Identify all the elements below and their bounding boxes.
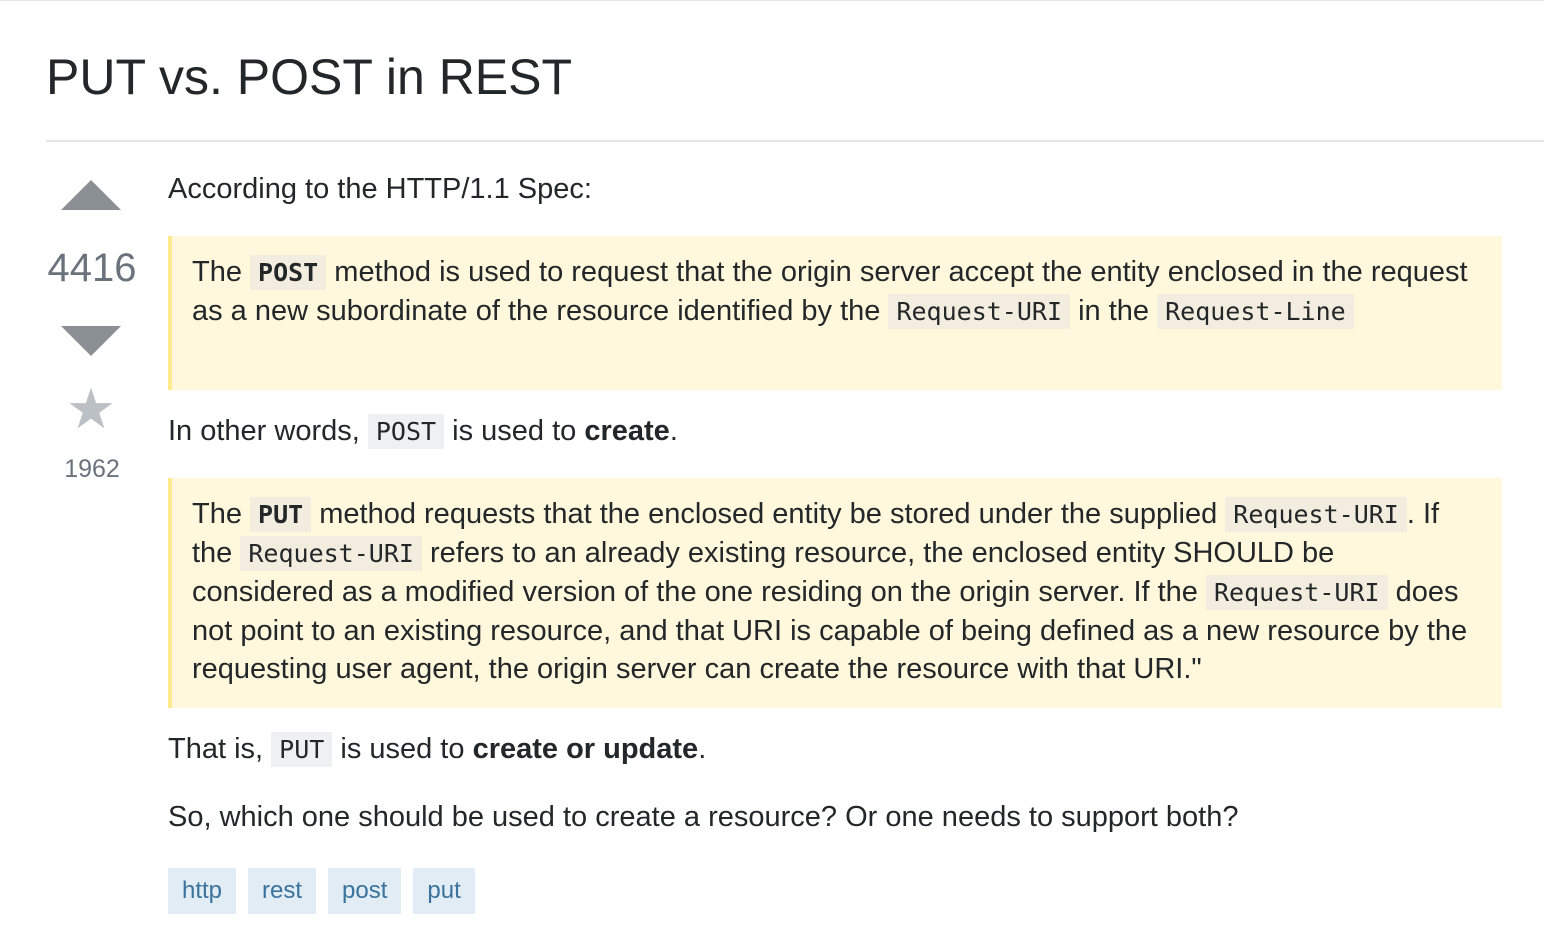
post-paragraph: In other words, POST is used to create. [168, 412, 678, 451]
bold-text: create or update [472, 733, 699, 765]
tag-http[interactable]: http [168, 868, 237, 914]
bold-text: create [584, 415, 670, 447]
spec-quote-post: The POST method is used to request that … [168, 236, 1502, 390]
question-title[interactable]: PUT vs. POST in REST [46, 48, 572, 106]
inline-code: PUT [271, 732, 333, 767]
spec-quote-put: The PUT method requests that the enclose… [168, 478, 1502, 708]
favorite-count: 1962 [64, 455, 120, 483]
downvote-arrow-icon[interactable] [61, 326, 121, 356]
inline-code: POST [250, 255, 327, 290]
tag-post[interactable]: post [328, 868, 402, 914]
favorite-star-icon[interactable]: ★ [63, 380, 119, 440]
inline-code: Request-URI [1205, 575, 1388, 610]
post-question: So, which one should be used to create a… [168, 801, 1239, 833]
tag-list: http rest post put [168, 868, 487, 914]
inline-code: PUT [250, 497, 312, 532]
title-divider [46, 140, 1544, 142]
paragraph-text: is used to [444, 415, 585, 447]
paragraph-text: In other words, [168, 415, 368, 447]
upvote-arrow-icon[interactable] [61, 180, 121, 210]
paragraph-text: . [669, 415, 678, 447]
inline-code: Request-URI [240, 536, 422, 571]
tag-put[interactable]: put [413, 868, 475, 914]
quote-text: in the [1070, 295, 1158, 327]
quote-text: method requests that the enclosed entity… [311, 498, 1226, 530]
post-intro: According to the HTTP/1.1 Spec: [168, 173, 592, 205]
paragraph-text: is used to [332, 733, 473, 765]
quote-text: The [192, 256, 251, 288]
inline-code: Request-URI [1225, 497, 1407, 532]
tag-rest[interactable]: rest [248, 868, 317, 914]
inline-code: Request-URI [888, 294, 1071, 329]
paragraph-text: That is, [168, 733, 272, 765]
quote-text: The [192, 498, 251, 530]
paragraph-text: . [698, 733, 707, 765]
vote-count: 4416 [47, 246, 137, 290]
post-paragraph: That is, PUT is used to create or update… [168, 730, 706, 769]
top-border [0, 0, 1544, 1]
inline-code: Request-Line [1157, 294, 1354, 329]
inline-code: POST [367, 414, 445, 449]
